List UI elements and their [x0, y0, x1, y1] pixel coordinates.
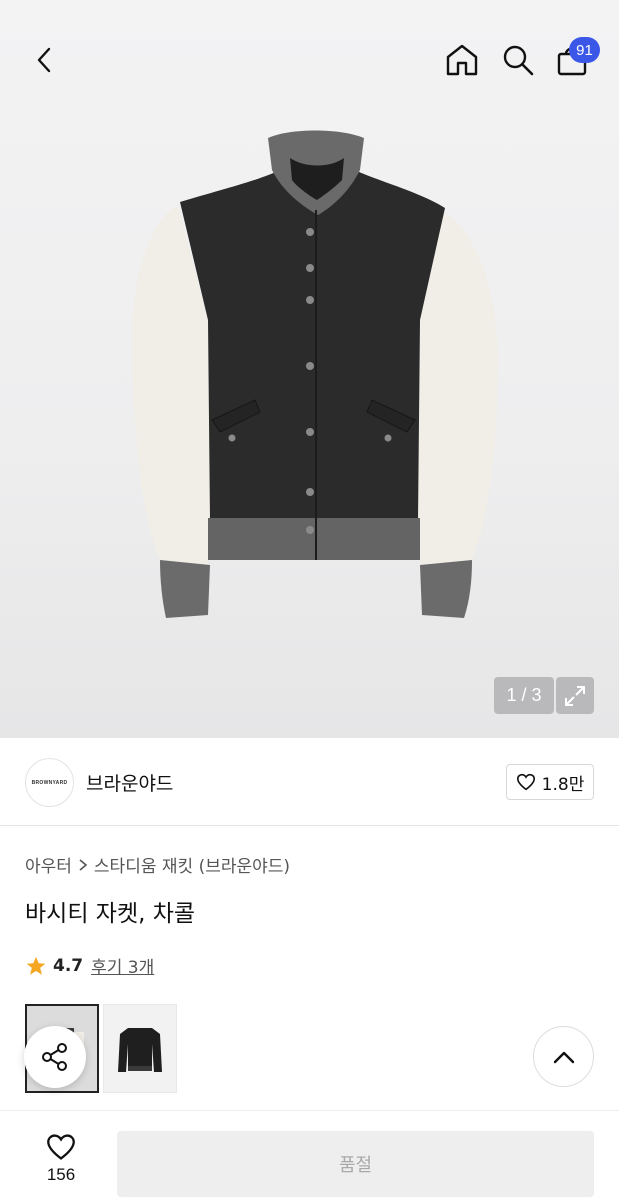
color-option-thumbnail[interactable]: [103, 1004, 177, 1093]
brand-row[interactable]: BROWNYARD 브라운야드 1.8만: [0, 738, 619, 826]
chevron-up-icon: [553, 1051, 574, 1063]
search-button[interactable]: [496, 38, 540, 82]
rating-value: 4.7: [53, 955, 84, 976]
wishlist-button[interactable]: 156: [30, 1133, 92, 1193]
heart-icon: [47, 1134, 75, 1160]
wishlist-count: 156: [46, 1165, 76, 1184]
top-navigation-bar: 91: [0, 0, 619, 120]
back-button[interactable]: [22, 38, 66, 82]
image-page-counter: 1 / 3: [494, 677, 554, 714]
breadcrumb-category[interactable]: 아우터: [25, 852, 72, 877]
rating-row: 4.7 후기 3개: [25, 953, 154, 978]
bottom-action-bar: 156 품절: [0, 1110, 619, 1200]
home-button[interactable]: [440, 38, 484, 82]
review-count-link[interactable]: 후기 3개: [91, 953, 154, 978]
search-icon: [503, 45, 534, 76]
brand-name[interactable]: 브라운야드: [86, 769, 173, 796]
brand-like-button[interactable]: 1.8만: [506, 764, 594, 800]
breadcrumb-subcategory[interactable]: 스타디움 재킷 (브라운야드): [94, 852, 290, 877]
brand-like-count: 1.8만: [541, 774, 585, 795]
brand-logo[interactable]: BROWNYARD: [25, 758, 74, 807]
cart-count-badge: 91: [569, 37, 600, 63]
soldout-button[interactable]: 품절: [117, 1131, 594, 1197]
home-icon: [446, 44, 478, 76]
product-image: [131, 130, 498, 618]
heart-icon: [516, 773, 535, 791]
breadcrumb: 아우터 스타디움 재킷 (브라운야드): [25, 852, 290, 877]
product-gallery[interactable]: 91 1 / 3: [0, 0, 619, 738]
share-button[interactable]: [24, 1026, 86, 1088]
expand-image-button[interactable]: [556, 677, 594, 714]
product-title: 바시티 자켓, 차콜: [25, 901, 196, 927]
chevron-right-icon: [79, 858, 88, 871]
expand-icon: [565, 685, 585, 706]
share-icon: [42, 1043, 67, 1071]
back-arrow-icon: [37, 47, 51, 73]
jacket-thumbnail-image: [118, 1027, 162, 1072]
star-icon: [26, 956, 46, 975]
scroll-to-top-button[interactable]: [533, 1026, 594, 1087]
